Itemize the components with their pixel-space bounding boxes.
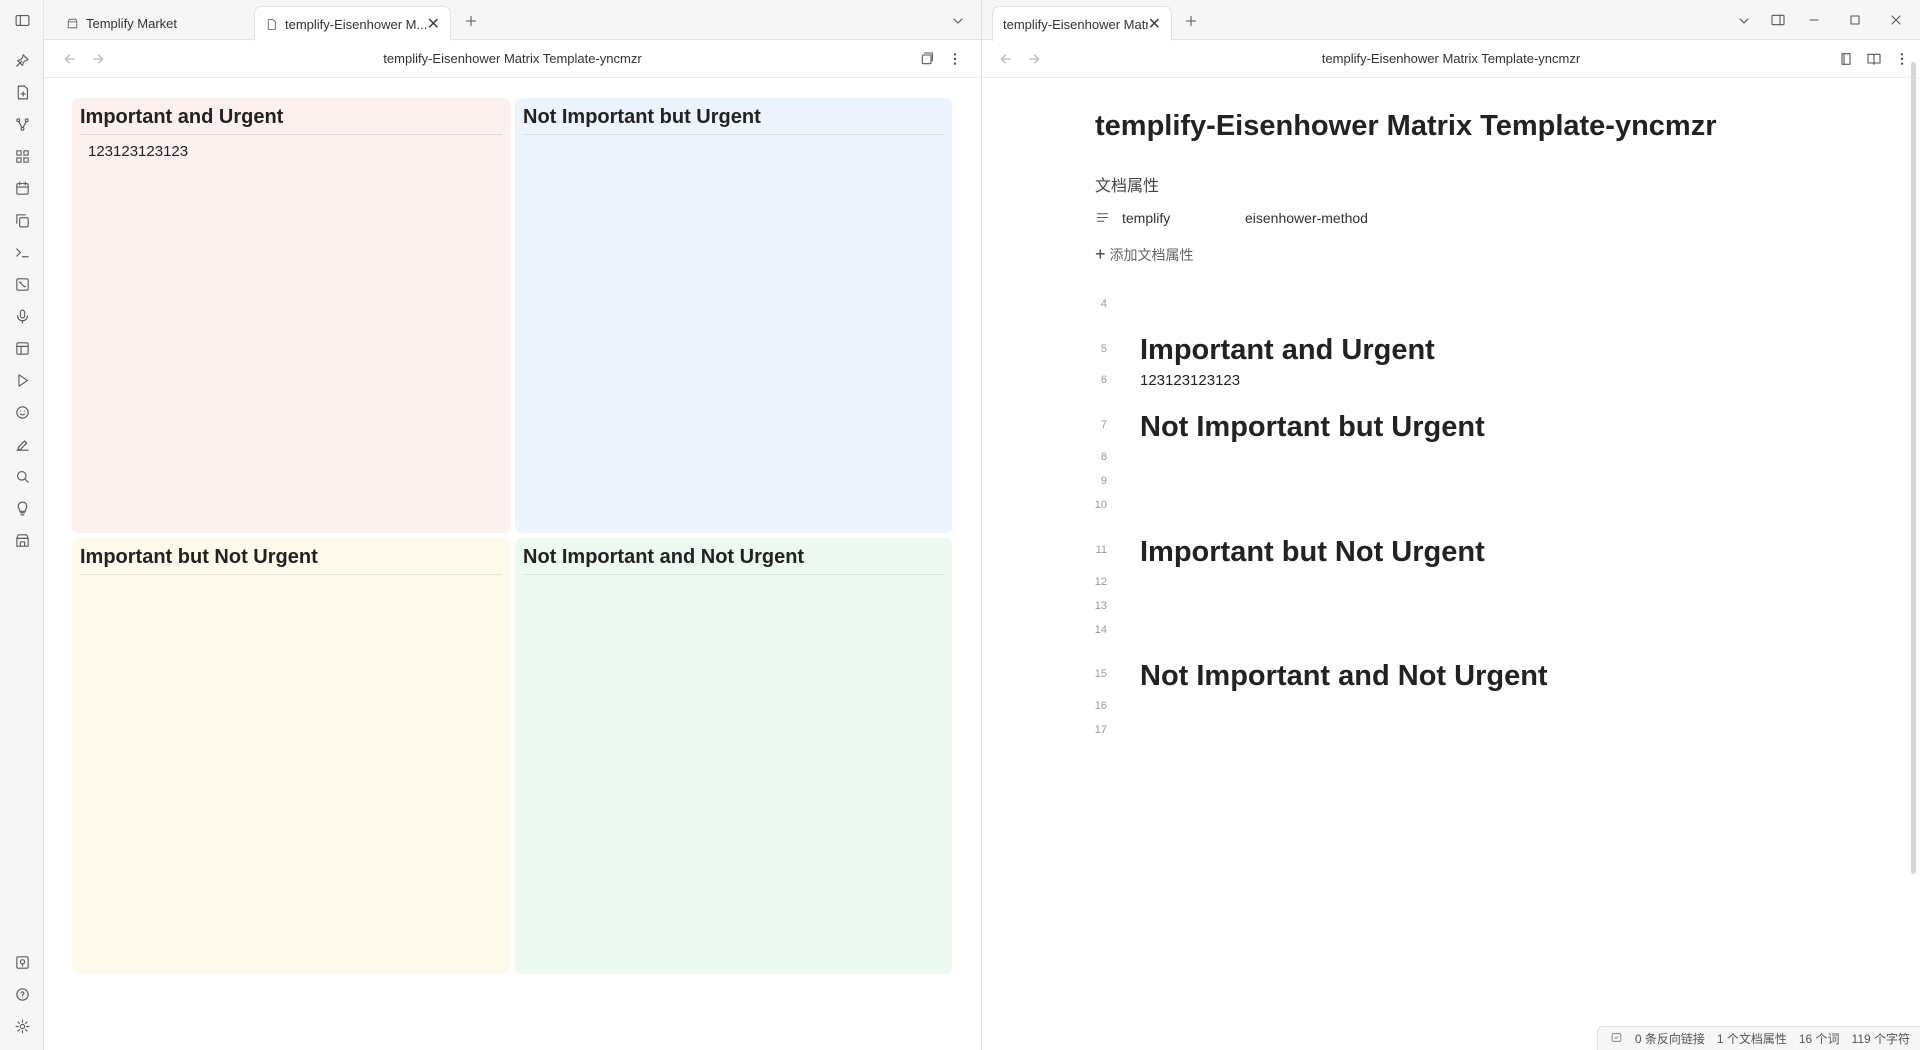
more-options-icon[interactable]	[1893, 50, 1911, 68]
line-number: 15	[1094, 668, 1107, 680]
line-number: 6	[1100, 374, 1107, 386]
vault-icon[interactable]	[12, 952, 32, 972]
tab-label: templify-Eisenhower Matri...	[1003, 16, 1148, 32]
right-page-title: templify-Eisenhower Matrix Template-yncm…	[1321, 51, 1581, 66]
file-icon	[267, 18, 276, 30]
line-number: 7	[1100, 419, 1107, 431]
reading-view-icon[interactable]	[1865, 50, 1883, 68]
view-mode-icon[interactable]	[918, 50, 936, 68]
window-close-icon[interactable]	[1887, 11, 1905, 29]
text-lines-icon	[1095, 210, 1110, 228]
heading-important-urgent[interactable]: Important and Urgent	[1140, 334, 1435, 367]
dashboard-icon[interactable]	[12, 146, 32, 166]
status-bar: 0 条反向链接 1 个文档属性 16 个词 119 个字符	[1596, 1026, 1920, 1050]
line-number: 5	[1100, 343, 1107, 355]
heading-not-important-urgent[interactable]: Not Important but Urgent	[1140, 411, 1485, 444]
quadrant-not-important-urgent[interactable]: Not Important but Urgent	[515, 98, 952, 533]
chevron-down-icon[interactable]	[1735, 12, 1753, 30]
quadrant-content[interactable]: 123123123123	[80, 143, 502, 160]
left-pane: Templify Market templify-Eisenhower M...…	[44, 0, 981, 1050]
tab-label: Templify Market	[86, 15, 178, 31]
heading-not-important-not-urgent[interactable]: Not Important and Not Urgent	[1140, 660, 1548, 693]
scrollbar[interactable]	[1911, 62, 1916, 874]
line-number: 9	[1100, 475, 1107, 487]
left-tab-bar: Templify Market templify-Eisenhower M...…	[44, 0, 981, 41]
paragraph-text[interactable]: 123123123123	[1140, 372, 1240, 389]
quadrant-important-urgent[interactable]: Important and Urgent 123123123123	[72, 98, 510, 533]
settings-icon[interactable]	[12, 1016, 32, 1036]
more-options-icon[interactable]	[946, 50, 964, 68]
line-number: 12	[1094, 576, 1107, 588]
line-number: 10	[1094, 499, 1107, 511]
line-number: 13	[1094, 600, 1107, 612]
heading-important-not-urgent[interactable]: Important but Not Urgent	[1140, 536, 1485, 569]
close-icon[interactable]: ✕	[427, 14, 440, 34]
new-tab-icon[interactable]	[1182, 12, 1200, 30]
play-icon[interactable]	[12, 370, 32, 390]
terminal-icon[interactable]	[12, 242, 32, 262]
close-icon[interactable]: ✕	[1148, 14, 1161, 34]
quadrant-important-not-urgent[interactable]: Important but Not Urgent	[72, 538, 510, 974]
add-property-label: 添加文档属性	[1109, 246, 1194, 263]
right-nav-bar: templify-Eisenhower Matrix Template-yncm…	[982, 40, 1920, 78]
properties-count: 1 个文档属性	[1716, 1032, 1787, 1046]
minimize-icon[interactable]	[1805, 11, 1823, 29]
line-number: 8	[1100, 451, 1107, 463]
line-number: 17	[1094, 724, 1107, 736]
split-view-icon[interactable]	[1768, 11, 1788, 29]
right-pane: templify-Eisenhower Matri... ✕ templify-…	[982, 0, 1920, 1050]
plugin-icon[interactable]	[12, 50, 32, 70]
quadrant-title: Important and Urgent	[80, 106, 502, 135]
char-count: 119 个字符	[1851, 1032, 1910, 1046]
layout-icon[interactable]	[12, 338, 32, 358]
add-property-button[interactable]: + 添加文档属性	[1095, 244, 1194, 265]
property-key[interactable]: templify	[1122, 210, 1170, 226]
property-value[interactable]: eisenhower-method	[1245, 210, 1368, 226]
new-tab-icon[interactable]	[462, 12, 480, 30]
line-number: 4	[1100, 298, 1107, 310]
left-nav-bar: templify-Eisenhower Matrix Template-yncm…	[44, 40, 981, 78]
properties-heading: 文档属性	[1095, 178, 1160, 195]
search-icon[interactable]	[12, 466, 32, 486]
store-icon[interactable]	[12, 530, 32, 550]
tab-eisenhower-matrix-right[interactable]: templify-Eisenhower Matri... ✕	[992, 6, 1172, 41]
quadrant-title: Not Important and Not Urgent	[523, 546, 944, 575]
calendar-icon[interactable]	[12, 178, 32, 198]
sync-icon[interactable]	[1610, 1031, 1623, 1047]
lightbulb-icon[interactable]	[12, 498, 32, 518]
left-page-title: templify-Eisenhower Matrix Template-yncm…	[383, 51, 642, 66]
canvas-icon[interactable]	[12, 274, 32, 294]
document-title[interactable]: templify-Eisenhower Matrix Template-yncm…	[1095, 110, 1717, 143]
graph-icon[interactable]	[12, 114, 32, 134]
tab-label: templify-Eisenhower M...	[285, 16, 427, 32]
quadrant-not-important-not-urgent[interactable]: Not Important and Not Urgent	[515, 538, 952, 974]
word-count: 16 个词	[1798, 1032, 1840, 1046]
quadrant-title: Important but Not Urgent	[80, 546, 502, 575]
microphone-icon[interactable]	[12, 306, 32, 326]
maximize-icon[interactable]	[1846, 11, 1864, 29]
sidebar-toggle-icon[interactable]	[12, 10, 32, 30]
line-number: 16	[1094, 700, 1107, 712]
ribbon	[0, 0, 44, 1050]
line-number: 14	[1094, 624, 1107, 636]
plus-icon: +	[1095, 244, 1106, 264]
right-tab-bar: templify-Eisenhower Matri... ✕	[982, 0, 1920, 41]
tab-templify-market[interactable]: Templify Market	[56, 6, 246, 40]
copy-icon[interactable]	[12, 210, 32, 230]
store-icon	[67, 18, 78, 28]
smiley-icon[interactable]	[12, 402, 32, 422]
line-number: 11	[1095, 544, 1107, 556]
property-row[interactable]: templify eisenhower-method	[1095, 208, 1495, 228]
help-icon[interactable]	[12, 984, 32, 1004]
book-icon[interactable]	[1837, 50, 1855, 68]
quadrant-title: Not Important but Urgent	[523, 106, 944, 135]
sign-icon[interactable]	[12, 434, 32, 454]
chevron-down-icon[interactable]	[949, 12, 967, 30]
backlinks-count[interactable]: 0 条反向链接	[1635, 1030, 1705, 1047]
new-file-icon[interactable]	[12, 82, 32, 102]
tab-eisenhower-matrix[interactable]: templify-Eisenhower M... ✕	[254, 6, 451, 41]
